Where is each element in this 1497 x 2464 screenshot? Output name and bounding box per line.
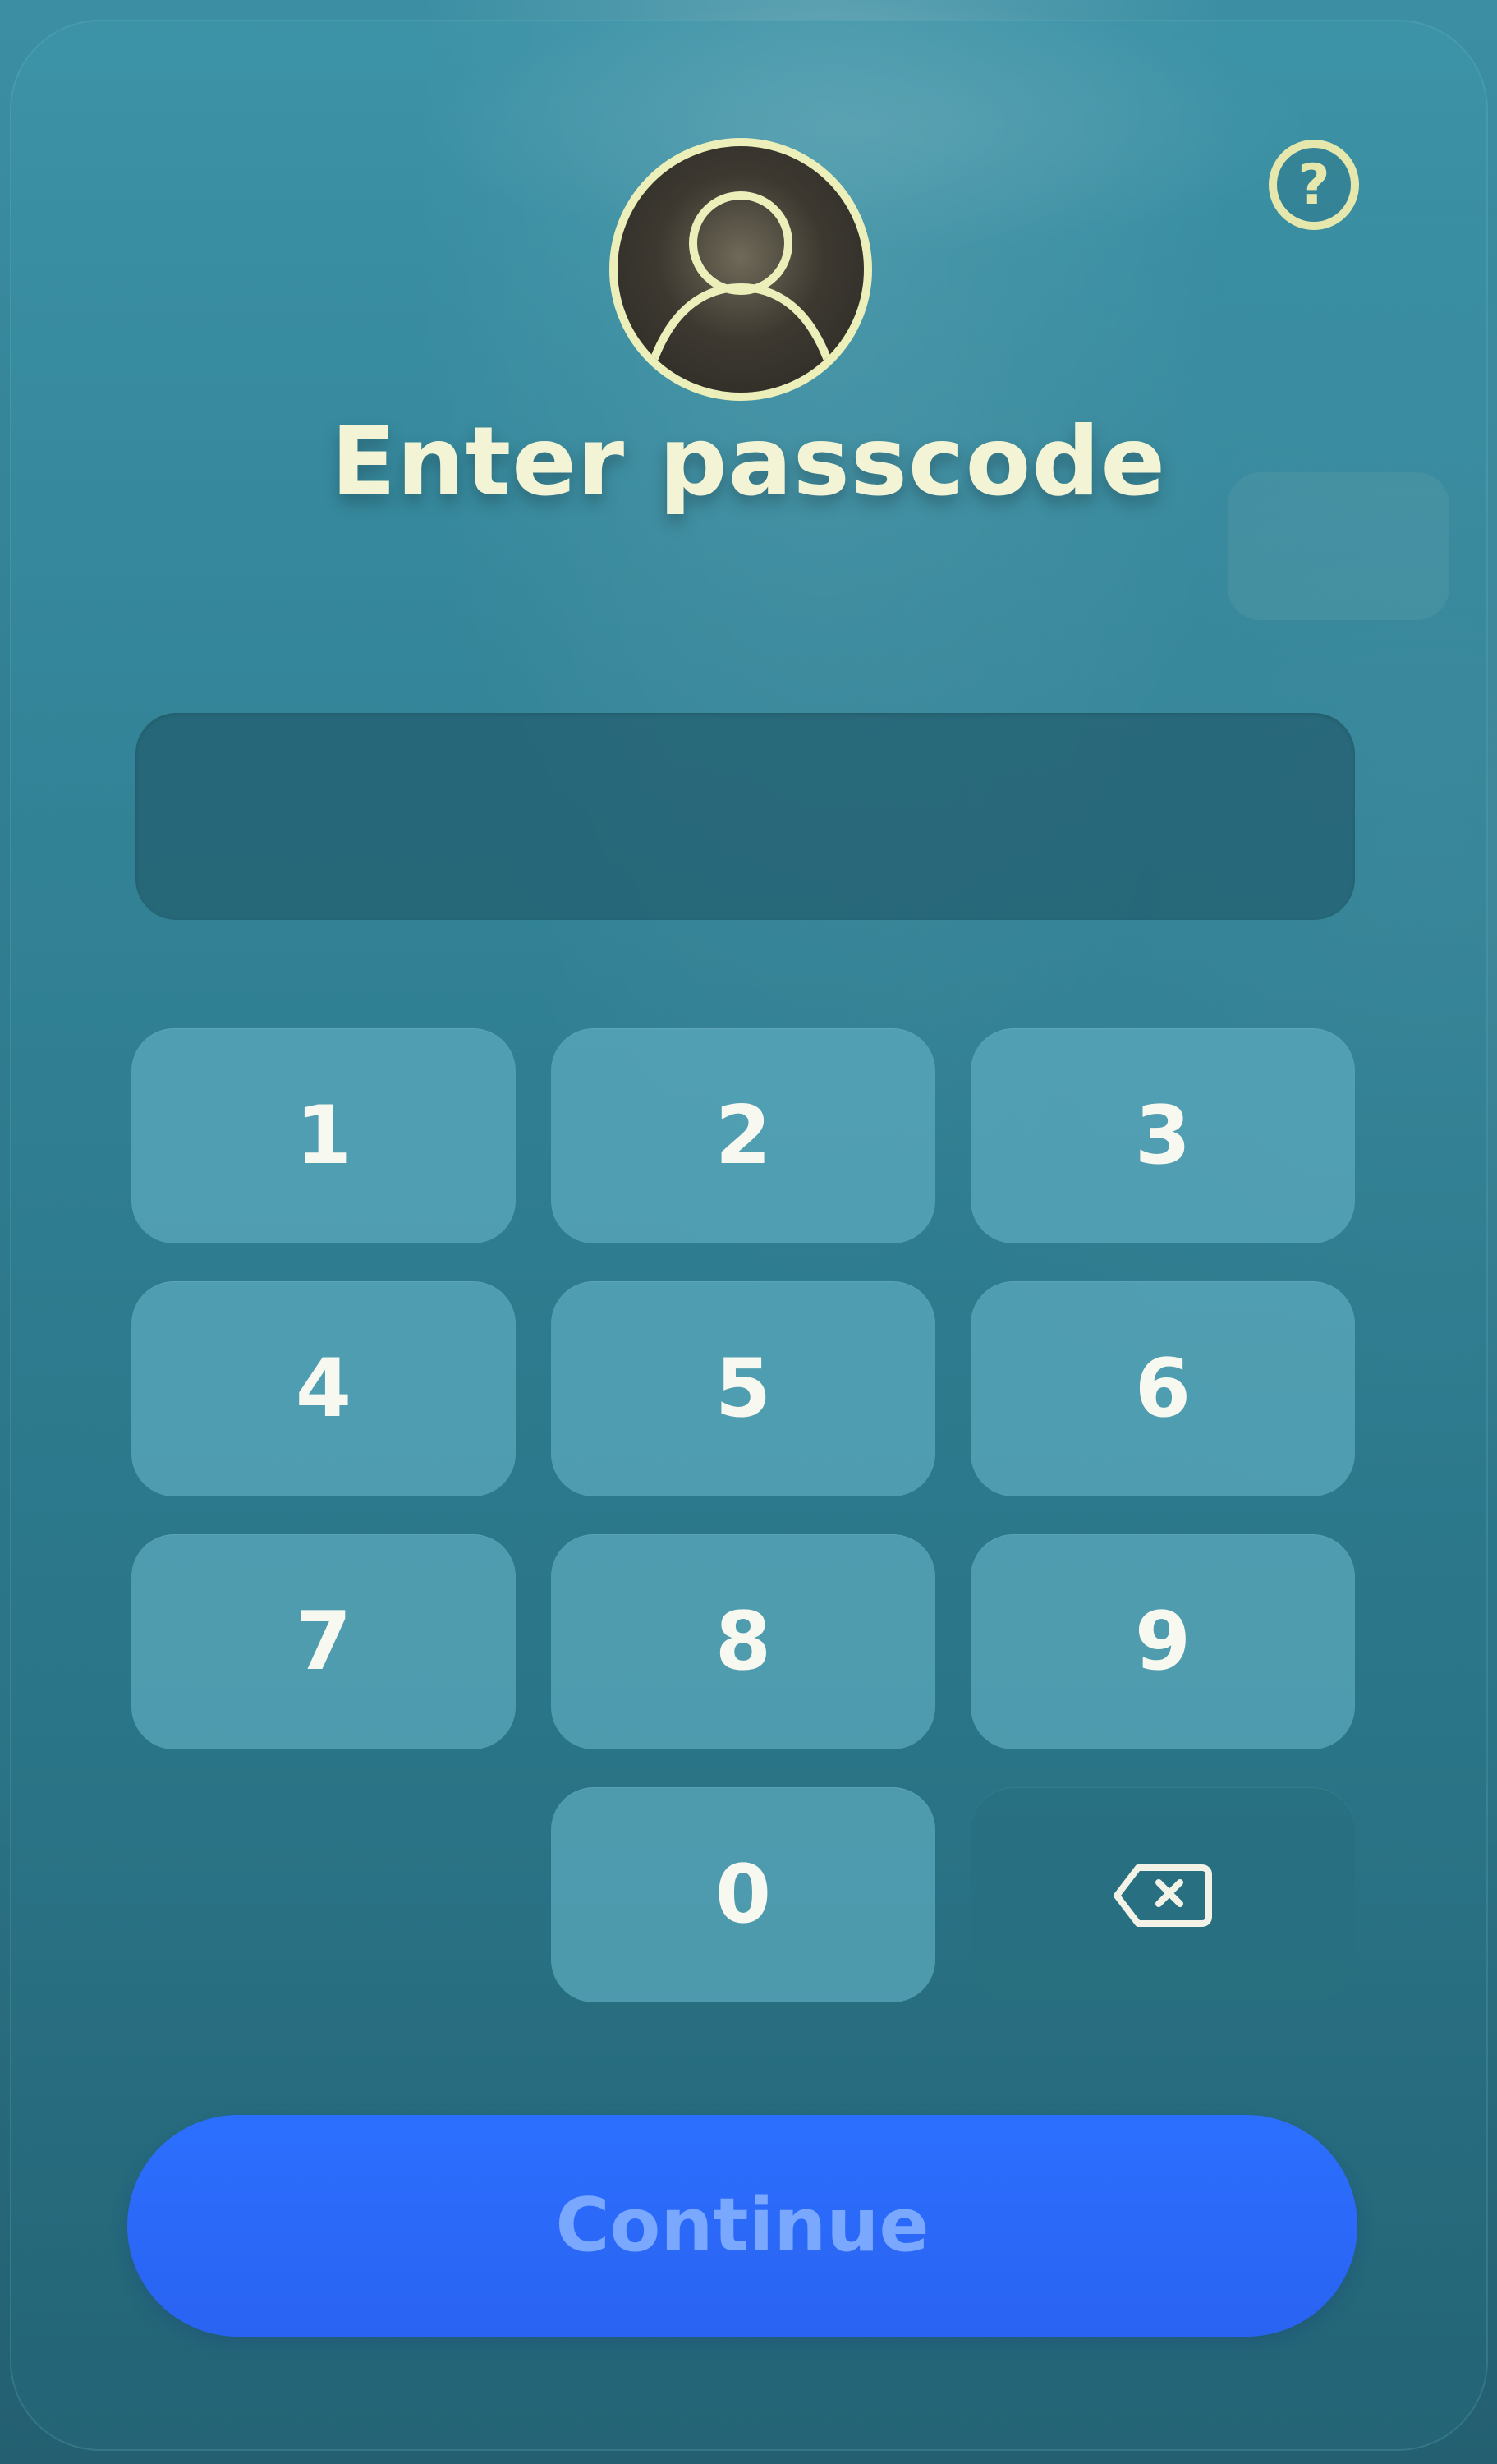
empty-key-slot	[131, 1787, 516, 2002]
user-silhouette-icon	[650, 191, 831, 362]
key-3[interactable]: 3	[971, 1028, 1355, 1243]
key-8[interactable]: 8	[551, 1534, 935, 1749]
passcode-screen: ? Enter passcode 1 2 3 4 5 6 7 8 9 0 Con…	[0, 0, 1497, 2464]
numeric-keypad: 1 2 3 4 5 6 7 8 9 0	[131, 1028, 1355, 2014]
help-icon[interactable]: ?	[1269, 140, 1359, 230]
key-4[interactable]: 4	[131, 1281, 516, 1496]
key-0[interactable]: 0	[551, 1787, 935, 2002]
key-7[interactable]: 7	[131, 1534, 516, 1749]
page-title: Enter passcode	[330, 407, 1167, 517]
key-6[interactable]: 6	[971, 1281, 1355, 1496]
backspace-icon	[1114, 1864, 1212, 1927]
avatar	[609, 138, 872, 401]
backspace-button[interactable]	[971, 1787, 1355, 2002]
continue-button[interactable]: Continue	[127, 2115, 1357, 2337]
key-5[interactable]: 5	[551, 1281, 935, 1496]
passcode-field[interactable]	[135, 713, 1355, 920]
key-2[interactable]: 2	[551, 1028, 935, 1243]
key-9[interactable]: 9	[971, 1534, 1355, 1749]
key-1[interactable]: 1	[131, 1028, 516, 1243]
